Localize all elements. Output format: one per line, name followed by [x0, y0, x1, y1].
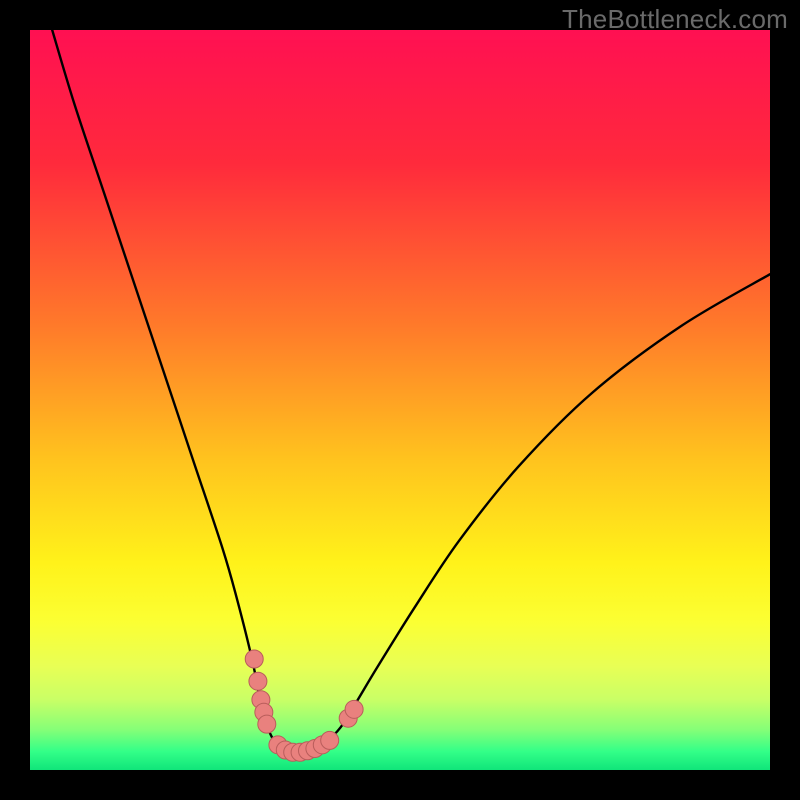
bottleneck-curve — [52, 30, 770, 753]
data-marker — [258, 715, 276, 733]
data-marker — [249, 672, 267, 690]
chart-frame: TheBottleneck.com — [0, 0, 800, 800]
data-markers — [245, 650, 363, 761]
data-marker — [321, 731, 339, 749]
plot-area — [30, 30, 770, 770]
curve-layer — [30, 30, 770, 770]
data-marker — [245, 650, 263, 668]
watermark-text: TheBottleneck.com — [562, 4, 788, 35]
data-marker — [345, 700, 363, 718]
